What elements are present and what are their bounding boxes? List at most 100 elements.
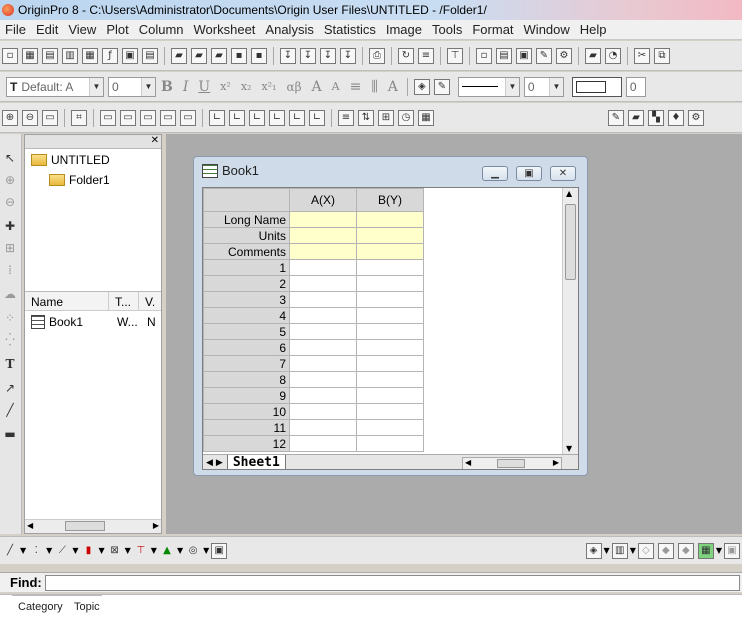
cell[interactable] bbox=[289, 339, 357, 356]
pie-icon[interactable]: ◔ bbox=[605, 47, 621, 64]
code-builder-icon[interactable]: ▤ bbox=[496, 47, 512, 64]
cell[interactable] bbox=[289, 275, 357, 292]
axis-icon[interactable]: ∟ bbox=[209, 109, 225, 126]
cell[interactable] bbox=[289, 419, 357, 436]
chevron-down-icon[interactable]: ▼ bbox=[177, 546, 183, 555]
cell[interactable] bbox=[356, 371, 424, 388]
cell[interactable] bbox=[289, 291, 357, 308]
command-window-icon[interactable]: ▣ bbox=[516, 47, 532, 64]
pattern-combo[interactable] bbox=[571, 76, 622, 97]
cell[interactable] bbox=[289, 243, 357, 260]
axis-icon[interactable]: ∟ bbox=[289, 109, 305, 126]
3d-rotate-icon[interactable]: ◆ bbox=[677, 542, 694, 559]
cell[interactable] bbox=[289, 371, 357, 388]
results-log-icon[interactable]: ▫ bbox=[476, 47, 492, 64]
row-header-units[interactable]: Units bbox=[203, 227, 290, 244]
worksheet-horizontal-scrollbar[interactable]: ◀ ▶ bbox=[462, 456, 562, 469]
font-size-combo[interactable]: 0 ▼ bbox=[108, 76, 156, 97]
line-width-combo[interactable]: 0 ▼ bbox=[523, 76, 564, 97]
menu-analysis[interactable]: Analysis bbox=[260, 22, 318, 37]
chevron-down-icon[interactable]: ▼ bbox=[46, 546, 52, 555]
new-project-icon[interactable]: ▫ bbox=[2, 47, 18, 64]
row-header-comments[interactable]: Comments bbox=[203, 243, 290, 260]
menu-image[interactable]: Image bbox=[381, 22, 427, 37]
list-item[interactable]: Book1 W... N bbox=[31, 315, 161, 329]
row-header[interactable]: 1 bbox=[203, 259, 290, 276]
scroll-right-icon[interactable]: ▶ bbox=[153, 521, 159, 530]
new-excel-icon[interactable]: ▤ bbox=[42, 47, 58, 64]
border-size-combo[interactable]: 0 bbox=[625, 76, 646, 97]
menu-edit[interactable]: Edit bbox=[31, 22, 63, 37]
cell[interactable] bbox=[356, 291, 424, 308]
row-header[interactable]: 6 bbox=[203, 339, 290, 356]
column-plot-icon[interactable]: ▮ bbox=[80, 543, 96, 559]
open-template-icon[interactable]: ▰ bbox=[191, 47, 207, 64]
close-icon[interactable]: ✕ bbox=[151, 135, 159, 146]
mask-icon[interactable]: ▚ bbox=[648, 109, 664, 126]
restore-button[interactable]: ▣ bbox=[516, 166, 542, 181]
cell[interactable] bbox=[289, 307, 357, 324]
sort-icon[interactable]: ⇅ bbox=[358, 109, 374, 126]
zoom-out-icon[interactable]: ⊖ bbox=[2, 194, 18, 210]
script-window-icon[interactable]: ✎ bbox=[536, 47, 552, 64]
underline-icon[interactable]: U bbox=[198, 79, 210, 95]
tab-sheet1[interactable]: Sheet1 bbox=[226, 455, 286, 469]
chevron-down-icon[interactable]: ▼ bbox=[203, 546, 209, 555]
chevron-down-icon[interactable]: ▼ bbox=[89, 77, 103, 96]
stat-plot-icon[interactable]: ⊤ bbox=[133, 543, 149, 559]
supersubscript-icon[interactable]: x²₁ bbox=[261, 80, 276, 93]
menu-tools[interactable]: Tools bbox=[427, 22, 467, 37]
layer-icon[interactable]: ▭ bbox=[120, 109, 136, 126]
mask-icon[interactable]: ⁛ bbox=[2, 332, 18, 348]
row-header[interactable]: 12 bbox=[203, 435, 290, 452]
menu-window[interactable]: Window bbox=[519, 22, 575, 37]
tab-next-icon[interactable]: ▶ bbox=[216, 458, 223, 468]
project-explorer-icon[interactable]: ⊤ bbox=[447, 47, 463, 64]
chevron-down-icon[interactable]: ▼ bbox=[716, 546, 722, 555]
open-excel-icon[interactable]: ▰ bbox=[211, 47, 227, 64]
zoom-in-icon[interactable]: ⊕ bbox=[2, 172, 18, 188]
pointer-icon[interactable]: ↖ bbox=[2, 150, 18, 166]
menu-column[interactable]: Column bbox=[134, 22, 189, 37]
axis-icon[interactable]: ∟ bbox=[309, 109, 325, 126]
font-color-icon[interactable]: A bbox=[388, 79, 398, 95]
scroll-down-icon[interactable]: ▼ bbox=[566, 444, 572, 453]
column-header-name[interactable]: Name bbox=[25, 292, 109, 310]
cell[interactable] bbox=[289, 355, 357, 372]
chevron-down-icon[interactable]: ▼ bbox=[20, 546, 26, 555]
fill-color-icon[interactable]: ◈ bbox=[413, 78, 430, 95]
area-plot-icon[interactable]: ▲ bbox=[159, 543, 175, 559]
multi-panel-icon[interactable]: ⊠ bbox=[107, 543, 123, 559]
tab-category[interactable]: Category bbox=[18, 601, 63, 613]
folder-item-untitled[interactable]: UNTITLED bbox=[31, 153, 110, 167]
axis-icon[interactable]: ∟ bbox=[229, 109, 245, 126]
import-ascii-icon[interactable]: ↧ bbox=[280, 47, 296, 64]
menu-view[interactable]: View bbox=[63, 22, 101, 37]
cell[interactable] bbox=[356, 227, 424, 244]
align-icon[interactable]: ≡ bbox=[350, 79, 362, 95]
cell[interactable] bbox=[356, 419, 424, 436]
menu-help[interactable]: Help bbox=[575, 22, 612, 37]
layer-icon[interactable]: ▭ bbox=[180, 109, 196, 126]
chevron-down-icon[interactable]: ▼ bbox=[504, 77, 519, 96]
cell[interactable] bbox=[289, 403, 357, 420]
chevron-down-icon[interactable]: ▼ bbox=[151, 546, 157, 555]
cell[interactable] bbox=[289, 435, 357, 452]
copy-icon[interactable]: ⧉ bbox=[654, 47, 670, 64]
scatter-plot-icon[interactable]: ⁚ bbox=[28, 543, 44, 559]
text-tool-icon[interactable]: T bbox=[2, 356, 18, 372]
column-header-type[interactable]: T... bbox=[109, 292, 139, 310]
worksheet[interactable]: A(X) B(Y) Long Name Units Comments 1 2 3 bbox=[202, 187, 579, 470]
minimize-button[interactable]: ▁ bbox=[482, 166, 508, 181]
line-tool-icon[interactable]: ╱ bbox=[2, 402, 18, 418]
pin-icon[interactable]: ♦ bbox=[668, 109, 684, 126]
row-header[interactable]: 11 bbox=[203, 419, 290, 436]
3d-plot-icon[interactable]: ◈ bbox=[585, 542, 602, 559]
cell[interactable] bbox=[356, 243, 424, 260]
scroll-right-icon[interactable]: ▶ bbox=[553, 458, 559, 467]
decrease-font-icon[interactable]: A bbox=[332, 80, 340, 93]
new-matrix-icon[interactable]: ▦ bbox=[82, 47, 98, 64]
scroll-left-icon[interactable]: ◀ bbox=[465, 458, 471, 467]
zoom-out-icon[interactable]: ⊖ bbox=[22, 109, 38, 126]
chevron-down-icon[interactable]: ▼ bbox=[604, 546, 610, 555]
